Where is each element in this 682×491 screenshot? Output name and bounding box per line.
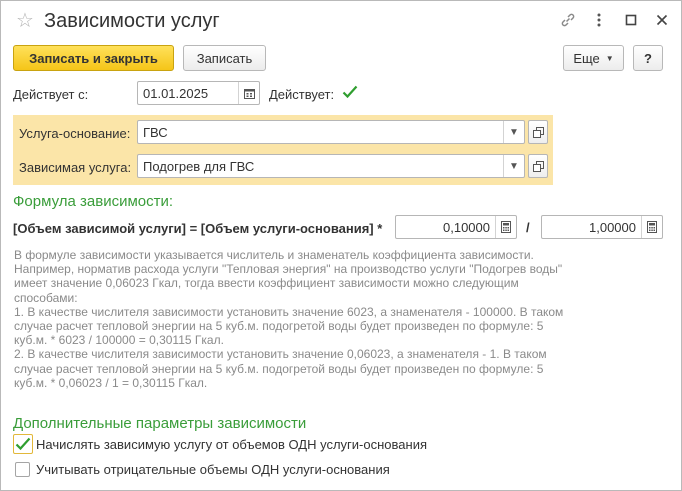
charge-odn-checkbox[interactable]	[13, 434, 33, 454]
more-menu-button[interactable]: Еще ▼	[563, 45, 624, 71]
description-line: куб.м. * 0,06023 / 1 = 0,30115 Гкал.	[14, 375, 208, 390]
active-from-value: 01.01.2025	[143, 85, 209, 101]
save-and-close-button[interactable]: Записать и закрыть	[13, 45, 174, 71]
formula-divider: /	[526, 220, 530, 235]
dropdown-arrow-icon[interactable]: ▼	[503, 155, 524, 177]
dialog-window: ☆ Зависимости услуг Записать и закрыть З…	[0, 0, 682, 491]
active-label: Действует:	[269, 87, 335, 102]
close-icon[interactable]	[654, 12, 670, 28]
description-line: имеет значение 0,06023 Гкал, тогда ввест…	[14, 276, 519, 291]
favorite-star-icon[interactable]: ☆	[16, 10, 34, 32]
open-dependent-service-button[interactable]	[528, 154, 548, 178]
dependent-service-label: Зависимая услуга:	[19, 160, 132, 175]
dropdown-arrow-icon: ▼	[605, 53, 614, 63]
window-title: Зависимости услуг	[44, 10, 220, 32]
dropdown-arrow-icon[interactable]: ▼	[503, 121, 524, 143]
link-icon[interactable]	[560, 12, 576, 28]
negative-odn-label[interactable]: Учитывать отрицательные объемы ОДН услуг…	[36, 462, 390, 477]
base-service-field[interactable]: ГВС ▼	[137, 120, 525, 144]
formula-expression: [Объем зависимой услуги] = [Объем услуги…	[13, 221, 383, 236]
calendar-icon[interactable]	[238, 82, 259, 104]
open-base-service-button[interactable]	[528, 120, 548, 144]
formula-heading: Формула зависимости:	[13, 193, 174, 210]
more-icon[interactable]	[591, 12, 607, 28]
maximize-icon[interactable]	[623, 12, 639, 28]
denominator-field[interactable]: 1,00000	[541, 215, 663, 239]
more-menu-label: Еще	[573, 50, 600, 66]
description-line: способами:	[14, 290, 78, 305]
open-icon	[532, 126, 544, 138]
negative-odn-checkbox[interactable]	[15, 462, 30, 477]
numerator-field[interactable]: 0,10000	[395, 215, 517, 239]
save-button[interactable]: Записать	[183, 45, 266, 71]
description-line: случае расчет тепловой энергии на 5 куб.…	[14, 319, 544, 334]
active-checkbox[interactable]	[341, 83, 359, 101]
active-from-date-field[interactable]: 01.01.2025	[137, 81, 260, 105]
calculator-icon[interactable]	[641, 216, 662, 238]
calculator-icon[interactable]	[495, 216, 516, 238]
numerator-value: 0,10000	[443, 219, 490, 235]
open-icon	[532, 160, 544, 172]
description-line: 1. В качестве числителя зависимости уста…	[14, 304, 564, 319]
description-line: случае расчет тепловой энергии на 5 куб.…	[14, 361, 544, 376]
dependent-service-value: Подогрев для ГВС	[143, 158, 255, 174]
description-line: 2. В качестве числителя зависимости уста…	[14, 347, 547, 362]
help-button[interactable]: ?	[633, 45, 663, 71]
additional-params-heading: Дополнительные параметры зависимости	[13, 415, 307, 432]
charge-odn-label[interactable]: Начислять зависимую услугу от объемов ОД…	[36, 437, 427, 452]
base-service-label: Услуга-основание:	[19, 126, 131, 141]
formula-description: В формуле зависимости указывается числит…	[14, 248, 674, 390]
description-line: Например, норматив расхода услуги "Тепло…	[14, 262, 563, 277]
denominator-value: 1,00000	[589, 219, 636, 235]
dependent-service-field[interactable]: Подогрев для ГВС ▼	[137, 154, 525, 178]
base-service-value: ГВС	[143, 124, 168, 140]
active-from-label: Действует с:	[13, 87, 89, 102]
description-line: В формуле зависимости указывается числит…	[14, 248, 534, 262]
description-line: куб.м. * 6023 / 100000 = 0,30115 Гкал.	[14, 333, 224, 348]
